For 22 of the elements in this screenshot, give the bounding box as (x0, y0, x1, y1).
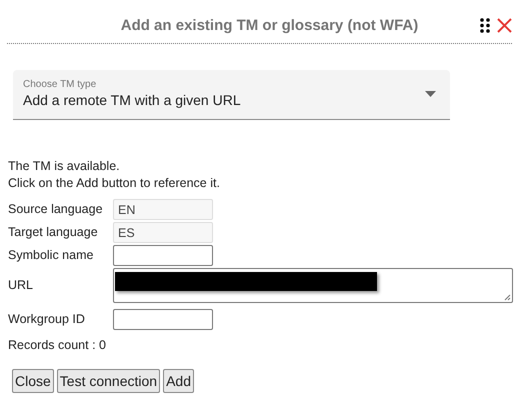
dialog-button[interactable]: Add (163, 368, 194, 393)
field-label: Workgroup ID (8, 311, 86, 328)
url-field[interactable] (113, 268, 513, 303)
field-label: Source language (8, 201, 104, 218)
dialog-button[interactable]: Close (12, 368, 54, 393)
field-label: URL (8, 277, 34, 294)
drag-handle-icon[interactable] (480, 18, 490, 33)
readonly-field[interactable]: EN (113, 199, 213, 220)
resize-grip-icon[interactable] (504, 294, 511, 301)
dialog-title: Add an existing TM or glossary (not WFA) (120, 17, 418, 34)
records-count: Records count : 0 (8, 337, 107, 354)
input-field[interactable] (113, 245, 213, 266)
readonly-field[interactable]: ES (113, 222, 213, 243)
status-message: The TM is available. (8, 158, 121, 175)
tm-type-select[interactable]: Choose TM type Add a remote TM with a given URL (13, 70, 450, 120)
field-label: Symbolic name (8, 247, 94, 264)
dialog-button[interactable]: Test connection (56, 368, 160, 393)
close-icon[interactable] (497, 18, 512, 33)
status-message: Click on the Add button to reference it. (8, 175, 221, 192)
field-label: Target language (8, 224, 99, 242)
caret-icon (425, 91, 436, 97)
input-field[interactable] (113, 309, 213, 330)
